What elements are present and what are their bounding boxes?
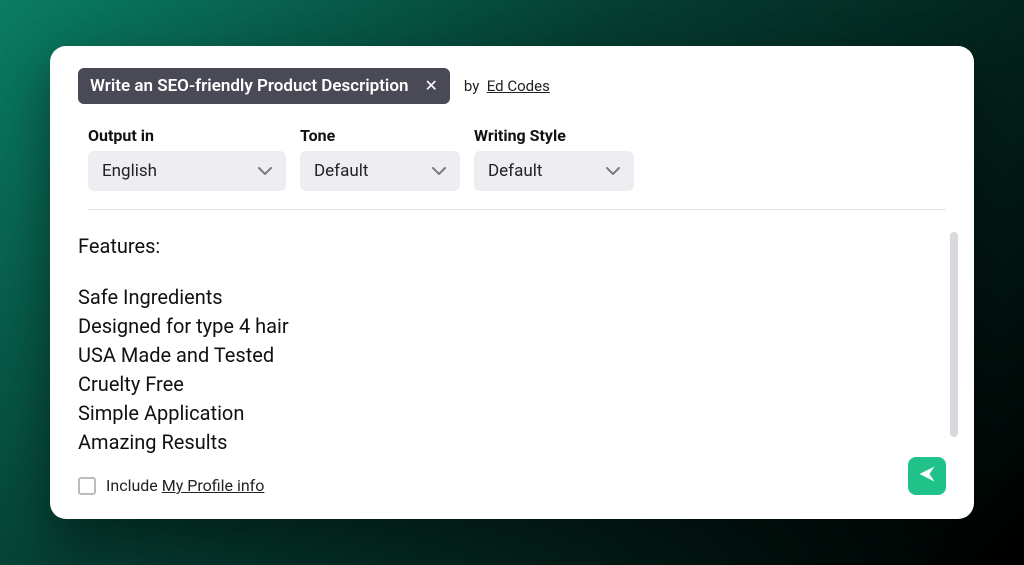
output-select[interactable]: English [88,151,286,191]
list-item: USA Made and Tested [78,341,946,370]
tone-select[interactable]: Default [300,151,460,191]
byline: by Ed Codes [464,77,550,95]
by-label: by [464,77,479,95]
header-row: Write an SEO-friendly Product Descriptio… [78,68,946,104]
list-item: Designed for type 4 hair [78,312,946,341]
output-control-group: Output in English [88,126,286,191]
include-label: Include My Profile info [106,476,264,495]
content-text: Features: Safe Ingredients Designed for … [78,232,946,457]
controls-row: Output in English Tone Default Writing S… [88,126,946,210]
include-prefix: Include [106,476,162,495]
send-button[interactable] [908,457,946,495]
chevron-down-icon [432,164,446,178]
style-control-group: Writing Style Default [474,126,634,191]
tone-control-group: Tone Default [300,126,460,191]
send-icon [917,464,937,488]
features-list: Safe Ingredients Designed for type 4 hai… [78,283,946,457]
footer-row: Include My Profile info [78,476,264,495]
output-label: Output in [88,126,286,145]
style-value: Default [488,161,542,181]
style-select[interactable]: Default [474,151,634,191]
content-area[interactable]: Features: Safe Ingredients Designed for … [78,232,946,487]
chevron-down-icon [258,164,272,178]
author-link[interactable]: Ed Codes [487,77,550,95]
close-icon[interactable]: ✕ [424,78,437,94]
list-item: Safe Ingredients [78,283,946,312]
style-label: Writing Style [474,126,634,145]
include-profile-checkbox[interactable] [78,477,96,495]
list-item: Simple Application [78,399,946,428]
prompt-title-chip[interactable]: Write an SEO-friendly Product Descriptio… [78,68,450,104]
chevron-down-icon [606,164,620,178]
prompt-card: Write an SEO-friendly Product Descriptio… [50,46,974,519]
scrollbar[interactable] [950,232,958,437]
tone-value: Default [314,161,368,181]
prompt-title-text: Write an SEO-friendly Product Descriptio… [90,76,408,96]
list-item: Amazing Results [78,428,946,457]
profile-info-link[interactable]: My Profile info [162,476,265,495]
output-value: English [102,161,157,181]
features-heading: Features: [78,232,946,261]
list-item: Cruelty Free [78,370,946,399]
tone-label: Tone [300,126,460,145]
